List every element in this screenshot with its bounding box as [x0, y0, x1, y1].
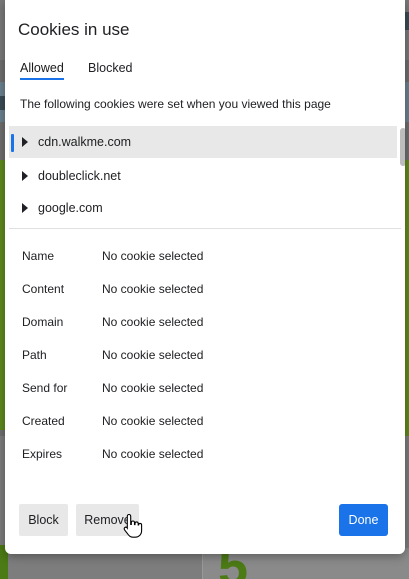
- detail-key: Content: [22, 282, 65, 296]
- site-row-cdn-walkme[interactable]: cdn.walkme.com: [9, 126, 397, 158]
- cookies-dialog: Cookies in use Allowed Blocked The follo…: [5, 0, 405, 554]
- detail-row-send-for: Send for No cookie selected: [22, 376, 392, 396]
- dialog-description: The following cookies were set when you …: [20, 97, 331, 111]
- dialog-title: Cookies in use: [18, 20, 130, 39]
- expand-arrow-icon[interactable]: [22, 203, 28, 213]
- detail-value: No cookie selected: [102, 315, 204, 329]
- detail-value: No cookie selected: [102, 282, 204, 296]
- detail-key: Expires: [22, 447, 63, 461]
- site-list: cdn.walkme.com doubleclick.net google.co…: [9, 126, 405, 226]
- detail-key: Created: [22, 414, 65, 428]
- done-button[interactable]: Done: [339, 504, 388, 536]
- detail-key: Send for: [22, 381, 68, 395]
- detail-key: Domain: [22, 315, 64, 329]
- detail-key: Name: [22, 249, 55, 263]
- detail-value: No cookie selected: [102, 381, 204, 395]
- block-button[interactable]: Block: [19, 504, 68, 536]
- detail-value: No cookie selected: [102, 414, 204, 428]
- site-label: google.com: [38, 201, 103, 215]
- selection-indicator: [11, 134, 14, 152]
- detail-key: Path: [22, 348, 47, 362]
- detail-row-content: Content No cookie selected: [22, 277, 392, 297]
- site-row-google[interactable]: google.com: [9, 192, 397, 224]
- detail-row-created: Created No cookie selected: [22, 409, 392, 429]
- detail-row-domain: Domain No cookie selected: [22, 310, 392, 330]
- site-list-scrollbar[interactable]: [398, 126, 405, 226]
- detail-value: No cookie selected: [102, 348, 204, 362]
- tab-blocked[interactable]: Blocked: [88, 61, 132, 78]
- divider: [9, 228, 401, 229]
- expand-arrow-icon[interactable]: [22, 137, 28, 147]
- expand-arrow-icon[interactable]: [22, 171, 28, 181]
- detail-row-path: Path No cookie selected: [22, 343, 392, 363]
- site-row-doubleclick[interactable]: doubleclick.net: [9, 160, 397, 192]
- site-label: cdn.walkme.com: [38, 135, 132, 149]
- scrollbar-thumb[interactable]: [400, 128, 405, 166]
- hand-pointer-icon: [123, 513, 143, 538]
- detail-row-expires: Expires No cookie selected: [22, 442, 392, 462]
- tab-allowed[interactable]: Allowed: [20, 61, 64, 80]
- detail-value: No cookie selected: [102, 249, 204, 263]
- site-label: doubleclick.net: [38, 169, 121, 183]
- detail-value: No cookie selected: [102, 447, 204, 461]
- detail-row-name: Name No cookie selected: [22, 244, 392, 264]
